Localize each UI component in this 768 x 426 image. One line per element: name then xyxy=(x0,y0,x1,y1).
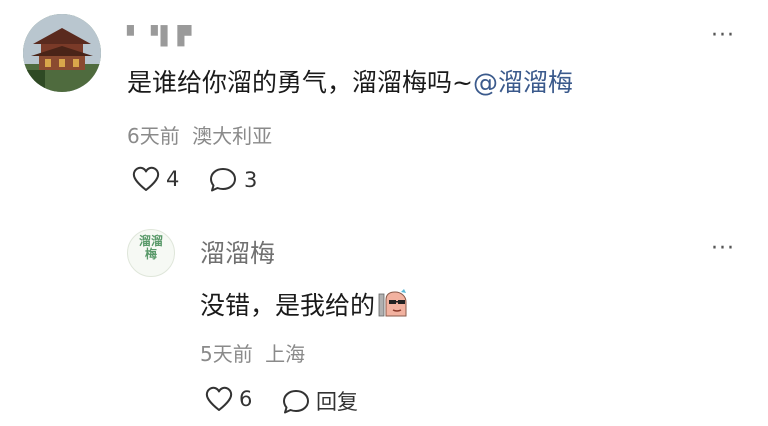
username[interactable]: ▘▝▌▛ xyxy=(127,26,194,47)
reply-text-row: 没错，是我给的 xyxy=(200,286,409,322)
comment-body: 是谁给你溜的勇气，溜溜梅吗~ xyxy=(127,68,473,97)
reply-location: 上海 xyxy=(265,342,306,366)
comment-location: 澳大利亚 xyxy=(192,124,273,148)
comment-text: 是谁给你溜的勇气，溜溜梅吗~@溜溜梅 xyxy=(127,63,573,99)
comment-bubble-icon xyxy=(210,168,236,192)
reply-count-button[interactable]: 3 xyxy=(209,166,257,193)
reply-meta: 5天前 上海 xyxy=(200,338,305,367)
reply-button[interactable]: 回复 xyxy=(282,386,358,416)
comment-meta: 6天前 澳大利亚 xyxy=(127,120,272,149)
comment-time: 6天前 xyxy=(127,124,180,148)
like-count: 4 xyxy=(166,167,180,191)
mention-link[interactable]: @溜溜梅 xyxy=(473,68,573,97)
reply-like-count: 6 xyxy=(239,387,253,411)
user-avatar[interactable] xyxy=(23,14,101,92)
more-dots-icon[interactable]: ··· xyxy=(711,25,735,47)
reply-label: 回复 xyxy=(316,390,358,414)
heart-icon xyxy=(132,166,160,191)
brand-avatar[interactable]: 溜溜梅 xyxy=(127,229,175,277)
pagoda-photo-icon xyxy=(23,14,101,92)
reply-more-dots-icon[interactable]: ··· xyxy=(711,238,735,260)
heart-icon xyxy=(205,386,233,411)
brand-logo-text: 溜溜梅 xyxy=(138,234,163,261)
reply-like-button[interactable]: 6 xyxy=(205,386,252,412)
reply-text: 没错，是我给的 xyxy=(200,291,376,320)
reply-username[interactable]: 溜溜梅 xyxy=(200,234,275,270)
sticker-emoji-icon xyxy=(378,289,407,317)
reply-time: 5天前 xyxy=(200,342,253,366)
like-button[interactable]: 4 xyxy=(132,166,179,192)
reply-count: 3 xyxy=(244,167,258,192)
comment-bubble-icon xyxy=(283,389,309,413)
